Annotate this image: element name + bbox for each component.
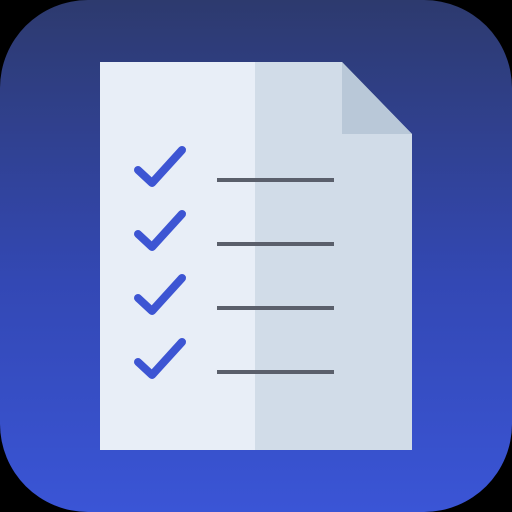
document-page xyxy=(100,62,412,450)
page-fold-corner xyxy=(342,62,412,134)
page-left-half xyxy=(100,62,255,450)
icon-stage xyxy=(0,0,512,512)
checklist-document-icon xyxy=(100,62,412,450)
app-icon-tile[interactable] xyxy=(0,0,512,512)
